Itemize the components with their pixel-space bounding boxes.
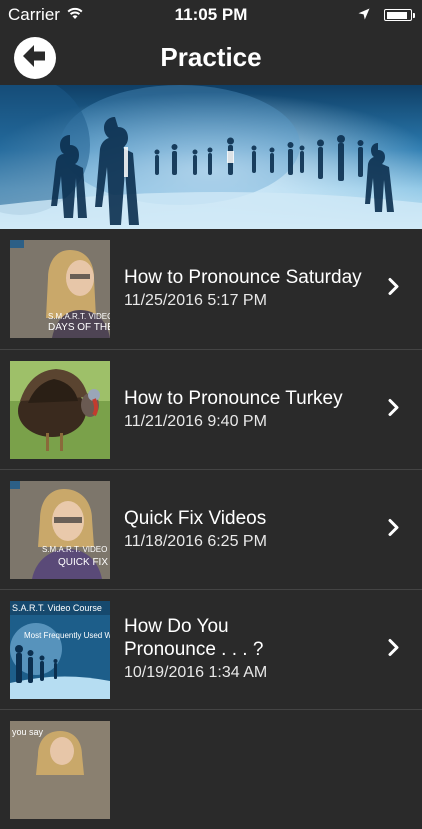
banner-illustration — [0, 85, 422, 229]
carrier-label: Carrier — [8, 5, 60, 24]
wifi-icon — [66, 5, 84, 25]
status-bar-right — [358, 5, 422, 25]
status-bar: Carrier 11:05 PM — [0, 0, 422, 30]
status-bar-left: Carrier — [0, 5, 84, 25]
chevron-right-icon — [388, 278, 400, 301]
item-date: 11/25/2016 5:17 PM — [124, 292, 267, 309]
banner-image — [0, 85, 422, 229]
row-text: How Do You Pronounce . . . ? 10/19/2016 … — [124, 590, 372, 709]
video-thumbnail — [10, 361, 110, 459]
back-button[interactable] — [14, 37, 56, 79]
chevron-right-icon — [388, 398, 400, 421]
item-title: Quick Fix Videos — [124, 507, 267, 529]
item-title: How Do You Pronounce . . . ? — [124, 616, 264, 660]
thumbnail-caption: Most Frequently Used Wo — [24, 631, 110, 640]
back-arrow-icon — [23, 44, 47, 72]
nav-bar: Practice — [0, 30, 422, 85]
thumbnail-caption: DAYS OF THE — [48, 322, 110, 333]
item-title: How to Pronounce Turkey — [124, 387, 343, 409]
list-item[interactable]: you say — [0, 709, 422, 829]
list-item[interactable]: S.M.A.R.T. VIDEO C DAYS OF THE How to Pr… — [0, 229, 422, 349]
list-item[interactable]: How to Pronounce Turkey 11/21/2016 9:40 … — [0, 349, 422, 469]
page-title: Practice — [160, 42, 262, 72]
item-title: How to Pronounce Saturday — [124, 267, 362, 288]
item-date: 11/18/2016 6:25 PM — [124, 532, 267, 550]
thumbnail-caption: S.M.A.R.T. VIDEO C — [42, 545, 110, 554]
list-item[interactable]: S.M.A.R.T. VIDEO C QUICK FIX Quick Fix V… — [0, 469, 422, 589]
video-thumbnail: S.A.R.T. Video Course Most Frequently Us… — [10, 601, 110, 699]
thumbnail-caption: S.M.A.R.T. VIDEO C — [48, 312, 110, 321]
thumbnail-caption: S.A.R.T. Video Course — [12, 603, 102, 613]
battery-icon — [384, 9, 415, 21]
practice-list: S.M.A.R.T. VIDEO C DAYS OF THE How to Pr… — [0, 229, 422, 829]
thumbnail-caption: you say — [12, 727, 44, 737]
location-arrow-icon — [358, 5, 370, 25]
video-thumbnail: S.M.A.R.T. VIDEO C DAYS OF THE — [10, 240, 110, 338]
video-thumbnail: you say — [10, 721, 110, 819]
item-date: 11/21/2016 9:40 PM — [124, 412, 267, 430]
item-date: 10/19/2016 1:34 AM — [124, 664, 268, 681]
video-thumbnail: S.M.A.R.T. VIDEO C QUICK FIX — [10, 481, 110, 579]
row-text: How to Pronounce Turkey 11/21/2016 9:40 … — [124, 350, 372, 469]
chevron-right-icon — [388, 638, 400, 661]
chevron-right-icon — [388, 518, 400, 541]
thumbnail-art — [10, 601, 110, 699]
row-text: Quick Fix Videos 11/18/2016 6:25 PM — [124, 470, 372, 589]
thumbnail-art — [10, 361, 110, 459]
list-item[interactable]: S.A.R.T. Video Course Most Frequently Us… — [0, 589, 422, 709]
thumbnail-caption: QUICK FIX — [58, 557, 109, 568]
row-text: How to Pronounce Saturday 11/25/2016 5:1… — [124, 229, 372, 349]
battery-fill — [386, 11, 408, 19]
